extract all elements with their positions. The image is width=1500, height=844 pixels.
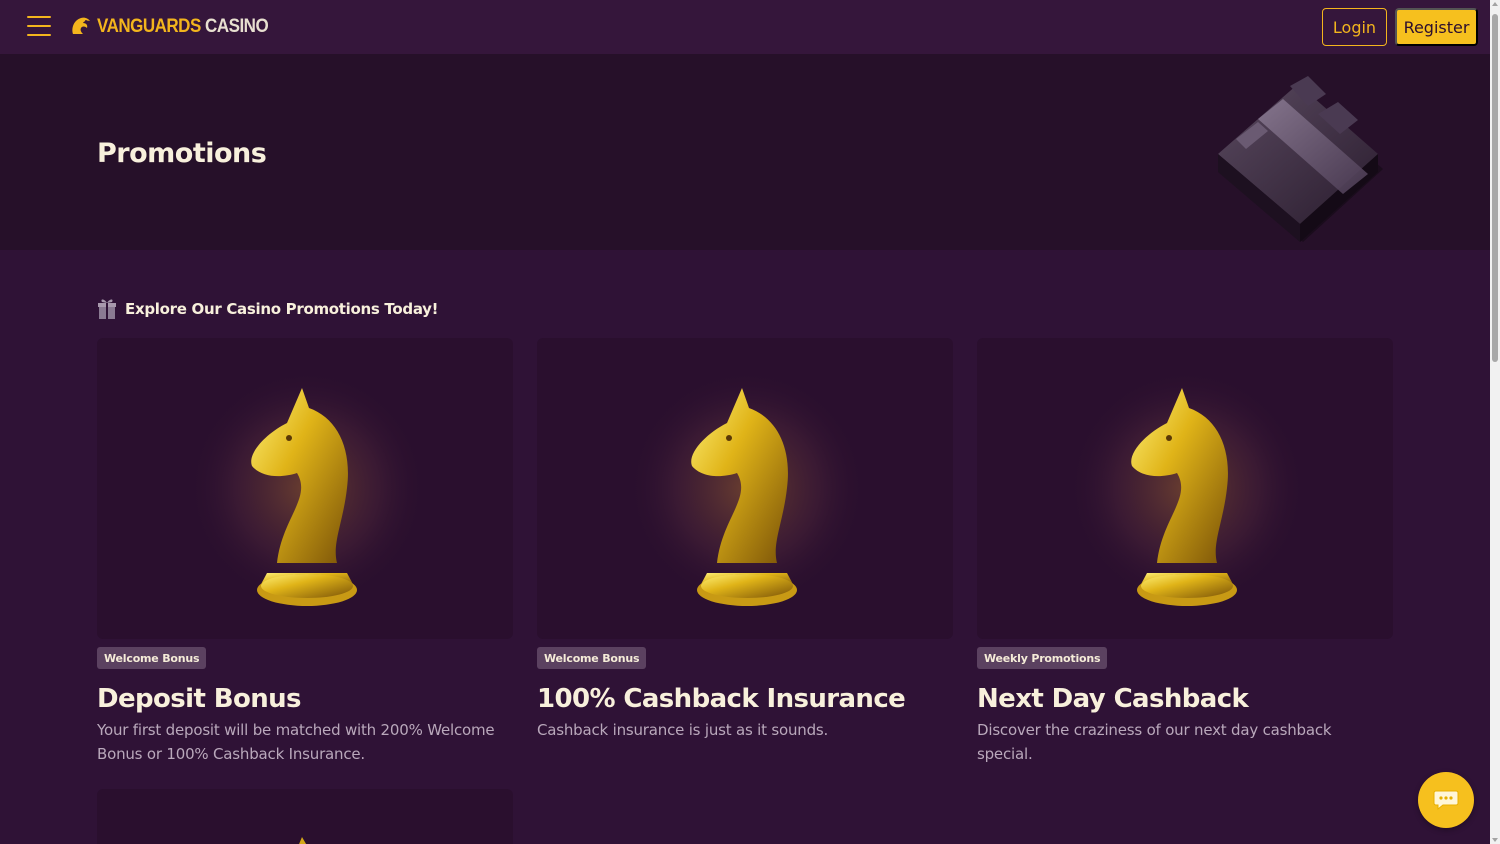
- scrollbar-thumb[interactable]: [1492, 14, 1498, 362]
- register-button[interactable]: Register: [1395, 8, 1478, 46]
- promo-card-image[interactable]: [97, 338, 513, 639]
- promo-card-image-partial[interactable]: [97, 789, 513, 844]
- promo-card-description: Your first deposit will be matched with …: [97, 721, 495, 763]
- page-scrollbar[interactable]: [1490, 0, 1500, 844]
- promo-category-badge: Weekly Promotions: [977, 647, 1108, 669]
- golden-knight-icon: [187, 368, 427, 608]
- scroll-down-arrow-icon[interactable]: [1492, 838, 1498, 842]
- page-title: Promotions: [97, 138, 267, 169]
- golden-knight-icon: [1067, 368, 1307, 608]
- promo-card-description: Discover the craziness of our next day c…: [977, 721, 1332, 763]
- promo-category-badge: Welcome Bonus: [537, 647, 647, 669]
- horse-logo-icon: [72, 17, 90, 34]
- login-button[interactable]: Login: [1322, 8, 1387, 46]
- scroll-up-arrow-icon[interactable]: [1492, 2, 1498, 6]
- top-navigation-bar: VANGUARDS CASINO Login Register: [0, 0, 1490, 54]
- section-title: Explore Our Casino Promotions Today!: [125, 300, 439, 318]
- gift-box-icon: [1218, 76, 1383, 242]
- logo-text: VANGUARDS CASINO: [97, 14, 269, 37]
- hamburger-menu-icon[interactable]: [27, 16, 51, 36]
- promo-card-description: Cashback insurance is just as it sounds.: [537, 721, 829, 739]
- chat-bubble-icon: [1433, 790, 1459, 811]
- site-logo[interactable]: VANGUARDS CASINO: [69, 13, 269, 39]
- promo-card-image[interactable]: [977, 338, 1393, 639]
- promo-card: Welcome Bonus 100% Cashback Insurance Ca…: [537, 338, 953, 739]
- promo-card-title[interactable]: Next Day Cashback: [977, 684, 1249, 714]
- gift-icon: [98, 299, 116, 319]
- golden-knight-icon: [627, 368, 867, 608]
- promotions-section-heading: Explore Our Casino Promotions Today!: [97, 298, 439, 320]
- golden-knight-icon: [299, 837, 307, 844]
- promo-card-image[interactable]: [537, 338, 953, 639]
- promo-card-title[interactable]: Deposit Bonus: [97, 684, 302, 714]
- promo-category-badge: Welcome Bonus: [97, 647, 207, 669]
- promo-card: Welcome Bonus Deposit Bonus Your first d…: [97, 338, 513, 763]
- promotions-hero-banner: Promotions: [0, 54, 1490, 250]
- promo-card-title[interactable]: 100% Cashback Insurance: [537, 684, 906, 714]
- live-chat-button[interactable]: [1418, 772, 1474, 828]
- promo-card: Weekly Promotions Next Day Cashback Disc…: [977, 338, 1393, 763]
